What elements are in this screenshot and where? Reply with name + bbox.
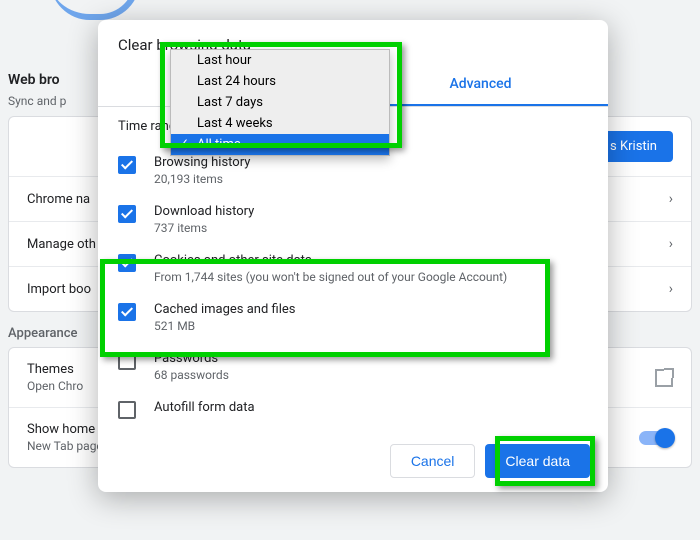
clear-item-sub: From 1,744 sites (you won't be signed ou… [154,270,507,284]
cancel-button[interactable]: Cancel [390,444,476,478]
home-toggle[interactable] [639,431,673,445]
clear-item-label: Cookies and other site data [154,253,507,268]
clear-item-label: Autofill form data [154,400,255,415]
checkbox[interactable] [118,352,136,370]
clear-item-row: Autofill form data [118,391,588,428]
tab-advanced[interactable]: Advanced [353,64,608,106]
checkbox[interactable] [118,303,136,321]
import-bookmarks-label: Import boo [27,282,91,297]
clear-item-label: Cached images and files [154,302,295,317]
time-range-option[interactable]: Last hour [171,50,389,71]
chevron-right-icon: › [669,281,673,297]
clear-data-button[interactable]: Clear data [485,444,590,478]
manage-people-label: Manage oth [27,237,96,252]
themes-sub: Open Chro [27,379,83,393]
time-range-option[interactable]: Last 24 hours [171,71,389,92]
clear-item-row: Download history 737 items [118,195,588,244]
time-range-option[interactable]: All time [171,134,389,155]
external-link-icon [655,369,673,387]
clear-item-label: Passwords [154,351,229,366]
chevron-right-icon: › [669,191,673,207]
clear-item-row: Cookies and other site data From 1,744 si… [118,244,588,293]
dialog-footer: Cancel Clear data [98,430,608,492]
clear-item-label: Browsing history [154,155,250,170]
checkbox[interactable] [118,254,136,272]
time-range-option[interactable]: Last 4 weeks [171,113,389,134]
clear-item-sub: 20,193 items [154,172,250,186]
clear-item-sub: 737 items [154,221,254,235]
checkbox[interactable] [118,156,136,174]
time-range-option[interactable]: Last 7 days [171,92,389,113]
clear-item-row: Passwords 68 passwords [118,342,588,391]
time-range-dropdown[interactable]: Last hourLast 24 hoursLast 7 daysLast 4 … [170,49,390,156]
clear-item-label: Download history [154,204,254,219]
chevron-right-icon: › [669,236,673,252]
clear-items-list: Browsing history 20,193 items Download his… [118,146,588,428]
chrome-name-label: Chrome na [27,192,90,207]
checkbox[interactable] [118,205,136,223]
themes-label: Themes [27,362,83,377]
clear-item-row: Cached images and files 521 MB [118,293,588,342]
checkbox[interactable] [118,401,136,419]
clear-item-sub: 521 MB [154,319,295,333]
clear-item-sub: 68 passwords [154,368,229,382]
